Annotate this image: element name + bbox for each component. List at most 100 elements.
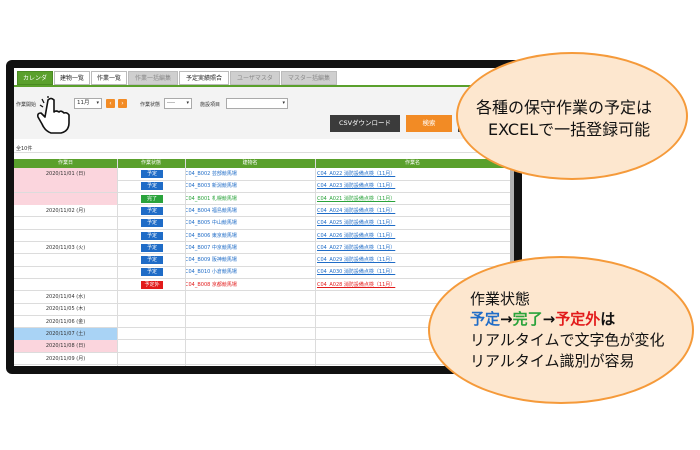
status-plan-text: 予定	[470, 310, 501, 328]
column-divider	[315, 159, 316, 366]
building-name: C04_B001 札幌競馬場	[185, 195, 237, 202]
work-link[interactable]: C04_A023 消防設備点検（11月）	[316, 180, 496, 192]
arrow: →	[542, 310, 556, 328]
status-out-text: 予定外	[555, 310, 601, 328]
status-label: 作業状態	[140, 102, 161, 108]
tab-bulk-edit[interactable]: 作業一括編集	[128, 71, 178, 85]
work-link[interactable]: C04_A024 消防設備点検（11月）	[316, 205, 496, 217]
table-row[interactable]: 2020/11/01 (日) 予定 C04_B002 芸部競馬場 C04_A022 消…	[14, 168, 510, 181]
table-row[interactable]: 2020/11/03 (火) 予定 C04_B007 中京競馬場 C04_A027 消…	[14, 242, 510, 255]
column-divider	[117, 159, 118, 366]
status-select[interactable]: ---- ▾	[164, 98, 192, 109]
header-date: 作業日	[57, 160, 73, 166]
table-row[interactable]: 予定 C04_B006 東京競馬場 C04_A026 消防設備点検（11月）	[14, 230, 510, 243]
search-button[interactable]: 検索	[406, 115, 452, 132]
tab-plan-vs-actual[interactable]: 予定実績照合	[179, 71, 229, 85]
work-link[interactable]: C04_A021 消防設備点検（11月）	[316, 193, 496, 205]
building-name: C04_B008 京都競馬場	[185, 281, 237, 288]
scrollbar-thumb[interactable]	[510, 168, 514, 268]
callout1-line2: EXCELで一括登録可能	[488, 120, 651, 139]
result-count: 全10件	[16, 146, 33, 152]
building-name: C04_B010 小倉競馬場	[185, 269, 237, 276]
work-link[interactable]: C04_A022 消防設備点検（11月）	[316, 168, 496, 180]
date-cell: 2020/11/07 (土)	[14, 327, 117, 340]
status-badge: 予定	[141, 243, 163, 252]
date-cell: 2020/11/06 (金)	[45, 318, 86, 325]
tab-master-bulk-edit[interactable]: マスター括編集	[281, 71, 337, 85]
status-value: ----	[167, 100, 175, 106]
table-row[interactable]: 予定外 C04_B008 京都競馬場 C04_A028 消防設備点検（11月）	[14, 279, 510, 292]
table-row[interactable]: 完了 C04_B001 札幌競馬場 C04_A021 消防設備点検（11月）	[14, 192, 510, 206]
date-cell: 2020/11/09 (月)	[45, 355, 86, 362]
work-link[interactable]: C04_A027 消防設備点検（11月）	[316, 242, 496, 254]
building-name: C04_B003 新潟競馬場	[185, 183, 237, 190]
building-name: C04_B004 福島競馬場	[185, 207, 237, 214]
equipment-select[interactable]: ▾	[226, 98, 288, 109]
table-row[interactable]: 2020/11/02 (月) 予定 C04_B004 福島競馬場 C04_A024 消…	[14, 205, 510, 218]
chevron-down-icon: ▾	[96, 100, 99, 106]
status-badge: 予定	[141, 231, 163, 240]
status-badge: 予定外	[141, 280, 163, 289]
date-cell	[14, 217, 117, 229]
callout1-line1: 各種の保守作業の予定は	[476, 98, 653, 117]
status-badge: 予定	[141, 256, 163, 265]
callout2-line4: リアルタイム識別が容易	[470, 352, 635, 370]
table-row[interactable]: 予定 C04_B009 阪神競馬場 C04_A029 消防設備点検（11月）	[14, 254, 510, 267]
building-name: C04_B005 中山競馬場	[185, 220, 237, 227]
date-cell	[14, 230, 117, 242]
date-cell	[14, 279, 117, 291]
status-badge: 予定	[141, 206, 163, 215]
table-row[interactable]: 2020/11/04 (水)	[14, 291, 510, 304]
work-start-label: 作業開始	[16, 102, 37, 108]
header-work: 作業名	[404, 160, 420, 166]
tab-user-master[interactable]: ユーザマスタ	[230, 71, 280, 85]
building-name: C04_B002 芸部競馬場	[185, 171, 237, 177]
month-select[interactable]: 11月 ▾	[74, 98, 102, 109]
work-link[interactable]: C04_A026 消防設備点検（11月）	[316, 230, 496, 242]
date-cell: 2020/11/03 (火)	[45, 244, 86, 251]
date-cell: 2020/11/08 (日)	[14, 340, 117, 353]
date-cell	[14, 254, 117, 266]
date-cell	[14, 192, 117, 205]
status-badge: 予定	[141, 268, 163, 277]
callout2-title: 作業状態	[470, 290, 531, 308]
date-cell	[14, 266, 117, 278]
callout2-status-flow: 予定→完了→予定外は	[470, 308, 615, 329]
tab-building-list[interactable]: 建物一覧	[54, 71, 90, 85]
prev-month-button[interactable]: ‹	[106, 99, 115, 108]
status-badge: 予定	[141, 219, 163, 228]
date-cell: 2020/11/04 (水)	[45, 294, 86, 300]
table-row[interactable]: 予定 C04_B010 小倉競馬場 C04_A030 消防設備点検（11月）	[14, 266, 510, 279]
date-cell	[14, 180, 117, 193]
month-value: 11月	[77, 100, 90, 106]
hand-pointer-icon	[37, 96, 70, 134]
status-done-text: 完了	[512, 310, 543, 328]
date-cell: 2020/11/01 (日)	[14, 168, 117, 180]
csv-download-button[interactable]: CSVダウンロード	[330, 115, 400, 132]
status-badge: 完了	[141, 194, 163, 203]
particle: は	[600, 310, 616, 328]
status-badge: 予定	[141, 182, 163, 191]
work-link[interactable]: C04_A025 消防設備点検（11月）	[316, 217, 496, 229]
callout2-line3: リアルタイムで文字色が変化	[470, 331, 665, 349]
building-name: C04_B007 中京競馬場	[185, 244, 237, 251]
arrow: →	[500, 310, 513, 328]
divider	[14, 152, 514, 153]
date-cell: 2020/11/02 (月)	[45, 207, 86, 214]
date-cell: 2020/11/05 (木)	[45, 306, 86, 313]
column-divider	[185, 159, 186, 366]
tab-calendar[interactable]: カレンダ	[17, 71, 53, 85]
building-name: C04_B009 阪神競馬場	[185, 257, 237, 264]
table-row[interactable]: 予定 C04_B003 新潟競馬場 C04_A023 消防設備点検（11月）	[14, 180, 510, 193]
tab-bar: カレンダ 建物一覧 作業一覧 作業一括編集 予定実績照合 ユーザマスタ マスター…	[14, 68, 514, 85]
status-badge: 予定	[141, 170, 163, 178]
work-link[interactable]: C04_A029 消防設備点検（11月）	[316, 254, 496, 266]
table-header: 作業日 作業状態 建物名 作業名	[14, 159, 510, 168]
header-status: 作業状態	[140, 160, 161, 166]
building-name: C04_B006 東京競馬場	[185, 232, 237, 239]
chevron-down-icon: ▾	[282, 100, 285, 106]
next-month-button[interactable]: ›	[118, 99, 127, 108]
header-building: 建物名	[242, 160, 258, 166]
table-row[interactable]: 予定 C04_B005 中山競馬場 C04_A025 消防設備点検（11月）	[14, 217, 510, 230]
tab-work-list[interactable]: 作業一覧	[91, 71, 127, 85]
